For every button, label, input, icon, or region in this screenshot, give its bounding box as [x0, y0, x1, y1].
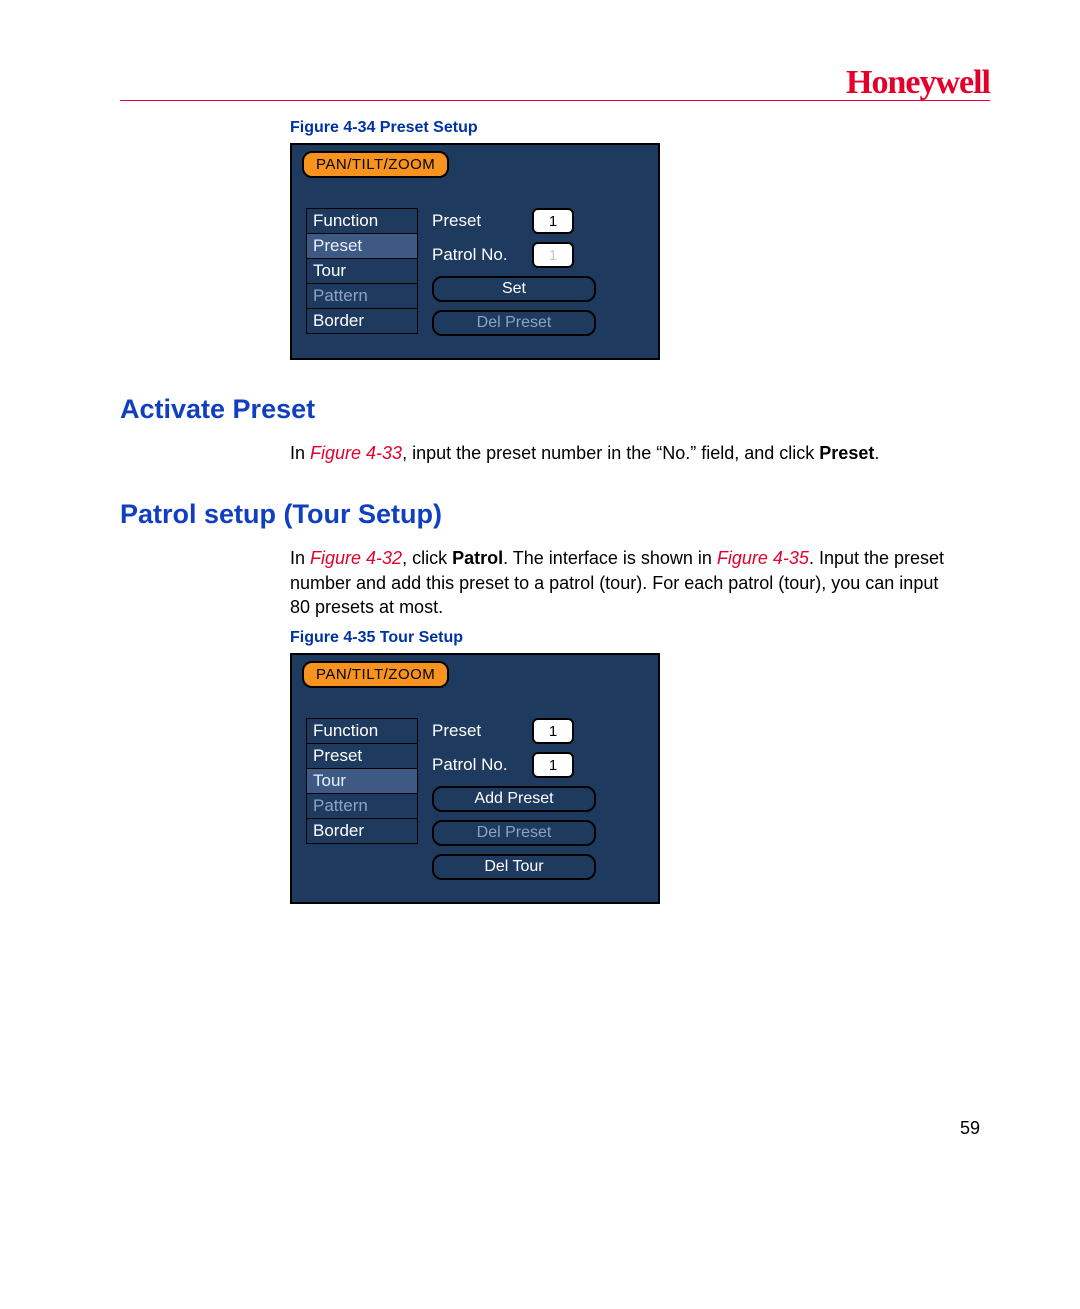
ptz-row-preset: Preset 1	[432, 208, 644, 234]
ptz-body: Function Preset Tour Pattern Border Pres…	[302, 718, 648, 880]
ptz-item-function[interactable]: Function	[306, 208, 418, 234]
patrol-no-label: Patrol No.	[432, 245, 522, 265]
brand-logo: Honeywell	[846, 64, 990, 102]
text: , input the preset number in the “No.” f…	[402, 443, 819, 463]
bold-patrol: Patrol	[452, 548, 503, 568]
ptz-item-pattern: Pattern	[306, 794, 418, 819]
text: In	[290, 548, 310, 568]
heading-patrol-setup: Patrol setup (Tour Setup)	[120, 499, 990, 530]
ptz-item-tour[interactable]: Tour	[306, 769, 418, 794]
del-preset-button: Del Preset	[432, 310, 596, 336]
patrol-no-input: 1	[532, 242, 574, 268]
figure-ref-4-32: Figure 4-32	[310, 548, 402, 568]
text: .	[874, 443, 879, 463]
page: Honeywell Figure 4-34 Preset Setup PAN/T…	[0, 0, 1080, 1309]
ptz-controls: Preset 1 Patrol No. 1 Set Del Preset	[432, 208, 644, 336]
patrol-no-input[interactable]: 1	[532, 752, 574, 778]
ptz-panel-tour-setup: PAN/TILT/ZOOM Function Preset Tour Patte…	[290, 653, 660, 904]
text: , click	[402, 548, 452, 568]
preset-label: Preset	[432, 721, 522, 741]
ptz-row-patrol: Patrol No. 1	[432, 242, 644, 268]
text: In	[290, 443, 310, 463]
ptz-item-border[interactable]: Border	[306, 819, 418, 844]
figure-ref-4-35: Figure 4-35	[717, 548, 809, 568]
ptz-item-function[interactable]: Function	[306, 718, 418, 744]
preset-input[interactable]: 1	[532, 208, 574, 234]
preset-input[interactable]: 1	[532, 718, 574, 744]
bold-preset: Preset	[819, 443, 874, 463]
ptz-function-list: Function Preset Tour Pattern Border	[306, 208, 418, 336]
ptz-tab[interactable]: PAN/TILT/ZOOM	[302, 151, 449, 178]
ptz-row-preset: Preset 1	[432, 718, 644, 744]
preset-label: Preset	[432, 211, 522, 231]
ptz-item-pattern: Pattern	[306, 284, 418, 309]
ptz-item-border[interactable]: Border	[306, 309, 418, 334]
figure-caption-4-35: Figure 4-35 Tour Setup	[290, 629, 990, 647]
para-activate-preset: In Figure 4-33, input the preset number …	[290, 441, 950, 465]
ptz-item-preset[interactable]: Preset	[306, 234, 418, 259]
ptz-tab[interactable]: PAN/TILT/ZOOM	[302, 661, 449, 688]
ptz-row-patrol: Patrol No. 1	[432, 752, 644, 778]
ptz-panel-preset-setup: PAN/TILT/ZOOM Function Preset Tour Patte…	[290, 143, 660, 360]
ptz-body: Function Preset Tour Pattern Border Pres…	[302, 208, 648, 336]
heading-activate-preset: Activate Preset	[120, 394, 990, 425]
del-preset-button: Del Preset	[432, 820, 596, 846]
add-preset-button[interactable]: Add Preset	[432, 786, 596, 812]
page-number: 59	[960, 1118, 980, 1139]
patrol-no-label: Patrol No.	[432, 755, 522, 775]
figure-ref-4-33: Figure 4-33	[310, 443, 402, 463]
ptz-item-preset[interactable]: Preset	[306, 744, 418, 769]
figure-caption-4-34: Figure 4-34 Preset Setup	[290, 119, 990, 137]
del-tour-button[interactable]: Del Tour	[432, 854, 596, 880]
ptz-item-tour[interactable]: Tour	[306, 259, 418, 284]
text: . The interface is shown in	[503, 548, 717, 568]
ptz-controls: Preset 1 Patrol No. 1 Add Preset Del Pre…	[432, 718, 644, 880]
ptz-function-list: Function Preset Tour Pattern Border	[306, 718, 418, 880]
para-patrol-setup: In Figure 4-32, click Patrol. The interf…	[290, 546, 950, 619]
set-button[interactable]: Set	[432, 276, 596, 302]
